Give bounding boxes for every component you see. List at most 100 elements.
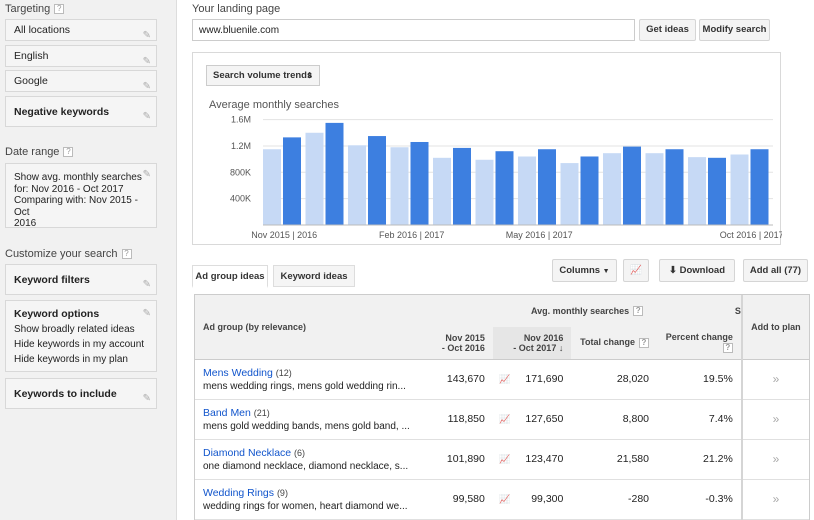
curr-searches: 99,300 [516, 479, 572, 520]
keywords-to-include-setting[interactable]: Keywords to include ✎ [5, 378, 157, 409]
percent-change: 19.5% [657, 359, 742, 400]
pencil-icon[interactable]: ✎ [143, 306, 151, 321]
table-row: Band Men (21) mens gold wedding bands, me… [195, 399, 809, 440]
help-icon[interactable]: ? [54, 4, 65, 15]
language-setting[interactable]: English ✎ [5, 45, 157, 67]
x-tick-label: Nov 2015 | 2016 [251, 230, 317, 240]
chart-bar [730, 154, 749, 225]
sort-arrows-icon: ⇕ [306, 71, 313, 80]
table-row: Wedding Rings (9) wedding rings for women… [195, 479, 809, 520]
sort-down-arrow-icon: ↓ [558, 342, 564, 353]
chart-bar [645, 153, 664, 225]
chart-bar [305, 132, 324, 225]
help-icon[interactable]: ? [633, 306, 644, 317]
truncated-column-letter: S [734, 305, 741, 316]
add-to-plan-icon[interactable]: » [740, 359, 809, 400]
tab-ad-group-ideas[interactable]: Ad group ideas [192, 265, 268, 288]
landing-page-input[interactable] [192, 19, 635, 41]
chart-bar [560, 163, 579, 225]
chart-bar [325, 122, 344, 225]
keyword-count: (21) [253, 408, 270, 418]
keyword-list: one diamond necklace, diamond necklace, … [203, 461, 409, 472]
table-row: Mens Wedding (12) mens wedding rings, men… [195, 359, 809, 400]
y-tick-label: 800K [230, 167, 251, 177]
download-icon: ⬇ [669, 265, 677, 276]
chart-panel: Average monthly searches 400K 800K 1.2M 1.6M… [192, 52, 782, 245]
pencil-icon[interactable]: ✎ [143, 384, 151, 414]
add-all-button[interactable]: Add all (77) [743, 259, 808, 282]
keyword-list: wedding rings for women, heart diamond w… [203, 501, 408, 512]
ad-group-link[interactable]: Diamond Necklace [203, 447, 291, 459]
col-curr-period[interactable]: Nov 2016- Oct 2017 ↓ [492, 327, 572, 360]
col-avg-monthly: Avg. monthly searches? S [433, 295, 742, 327]
chart-bar [283, 137, 301, 225]
pencil-icon[interactable]: ✎ [143, 25, 151, 46]
negative-keywords-setting[interactable]: Negative keywords ✎ [5, 96, 157, 127]
chart-bar [453, 147, 471, 225]
targeting-heading: Targeting? [5, 3, 65, 15]
keyword-count: (12) [275, 368, 292, 378]
keyword-list: mens wedding rings, mens gold wedding ri… [203, 381, 406, 392]
trend-chart-icon[interactable]: 📈 [492, 439, 517, 480]
keyword-count: (6) [294, 448, 306, 458]
col-prev-period[interactable]: Nov 2015- Oct 2016 [433, 327, 493, 360]
chart-bar [390, 147, 409, 225]
keyword-list: mens gold wedding bands, mens gold band,… [203, 421, 410, 432]
trend-chart-icon[interactable]: 📈 [492, 359, 517, 400]
ad-group-cell: Band Men (21) mens gold wedding bands, me… [195, 399, 434, 440]
total-change: 8,800 [571, 399, 657, 440]
chart-type-dropdown[interactable]: Search volume trends ⇕ [206, 65, 320, 86]
ad-group-link[interactable]: Mens Wedding [203, 367, 273, 379]
help-icon[interactable]: ? [722, 343, 733, 354]
total-change: 21,580 [571, 439, 657, 480]
ad-group-cell: Mens Wedding (12) mens wedding rings, men… [195, 359, 434, 400]
chart-toggle-button[interactable]: 📈 [623, 259, 649, 282]
columns-dropdown[interactable]: Columns ▼ [552, 259, 617, 282]
chart-bar [538, 149, 556, 225]
pencil-icon[interactable]: ✎ [143, 169, 151, 181]
chart-bar [368, 136, 386, 225]
add-to-plan-icon[interactable]: » [740, 439, 809, 480]
network-setting[interactable]: Google ✎ [5, 70, 157, 92]
main-panel: Your landing page Get ideas Modify searc… [177, 0, 814, 520]
total-change: -280 [571, 479, 657, 520]
pencil-icon[interactable]: ✎ [143, 76, 151, 97]
pencil-icon[interactable]: ✎ [143, 102, 151, 132]
chart-bar [263, 149, 281, 225]
download-button[interactable]: ⬇ Download [659, 259, 735, 282]
chart-title: Average monthly searches [209, 99, 340, 111]
add-to-plan-icon[interactable]: » [740, 399, 809, 440]
y-tick-label: 400K [230, 194, 251, 204]
landing-page-label: Your landing page [192, 3, 281, 15]
modify-search-button[interactable]: Modify search [699, 19, 770, 41]
chart-bar [348, 145, 366, 225]
date-range-setting[interactable]: Show avg. monthly searches for: Nov 2016… [5, 163, 157, 229]
help-icon[interactable]: ? [639, 338, 649, 349]
trend-chart-icon[interactable]: 📈 [492, 399, 517, 440]
trend-chart-icon[interactable]: 📈 [492, 479, 517, 520]
col-total-change[interactable]: Total change? [571, 327, 657, 360]
add-to-plan-icon[interactable]: » [740, 479, 809, 520]
line-chart-icon: 📈 [630, 265, 642, 276]
pencil-icon[interactable]: ✎ [143, 270, 151, 300]
x-tick-label: Feb 2016 | 2017 [379, 230, 444, 240]
get-ideas-button[interactable]: Get ideas [639, 19, 696, 41]
chart-bar [475, 159, 494, 225]
chart-bar [708, 157, 726, 225]
help-icon[interactable]: ? [63, 147, 74, 158]
pencil-icon[interactable]: ✎ [143, 51, 151, 72]
chart-bar [623, 146, 641, 225]
tab-keyword-ideas[interactable]: Keyword ideas [273, 265, 355, 287]
keyword-options-setting[interactable]: Keyword options Show broadly related ide… [5, 300, 157, 372]
ad-group-link[interactable]: Wedding Rings [203, 487, 274, 499]
help-icon[interactable]: ? [121, 249, 132, 260]
col-ad-group[interactable]: Ad group (by relevance) [195, 295, 434, 360]
chart-bar [665, 149, 684, 225]
location-setting[interactable]: All locations ✎ [5, 19, 157, 41]
ad-group-link[interactable]: Band Men [203, 407, 251, 419]
chart-bar [688, 157, 706, 225]
y-tick-label: 1.6M [231, 115, 251, 125]
keyword-filters-setting[interactable]: Keyword filters ✎ [5, 264, 157, 295]
col-percent-change[interactable]: Percent change? [657, 327, 742, 360]
curr-searches: 123,470 [516, 439, 572, 480]
